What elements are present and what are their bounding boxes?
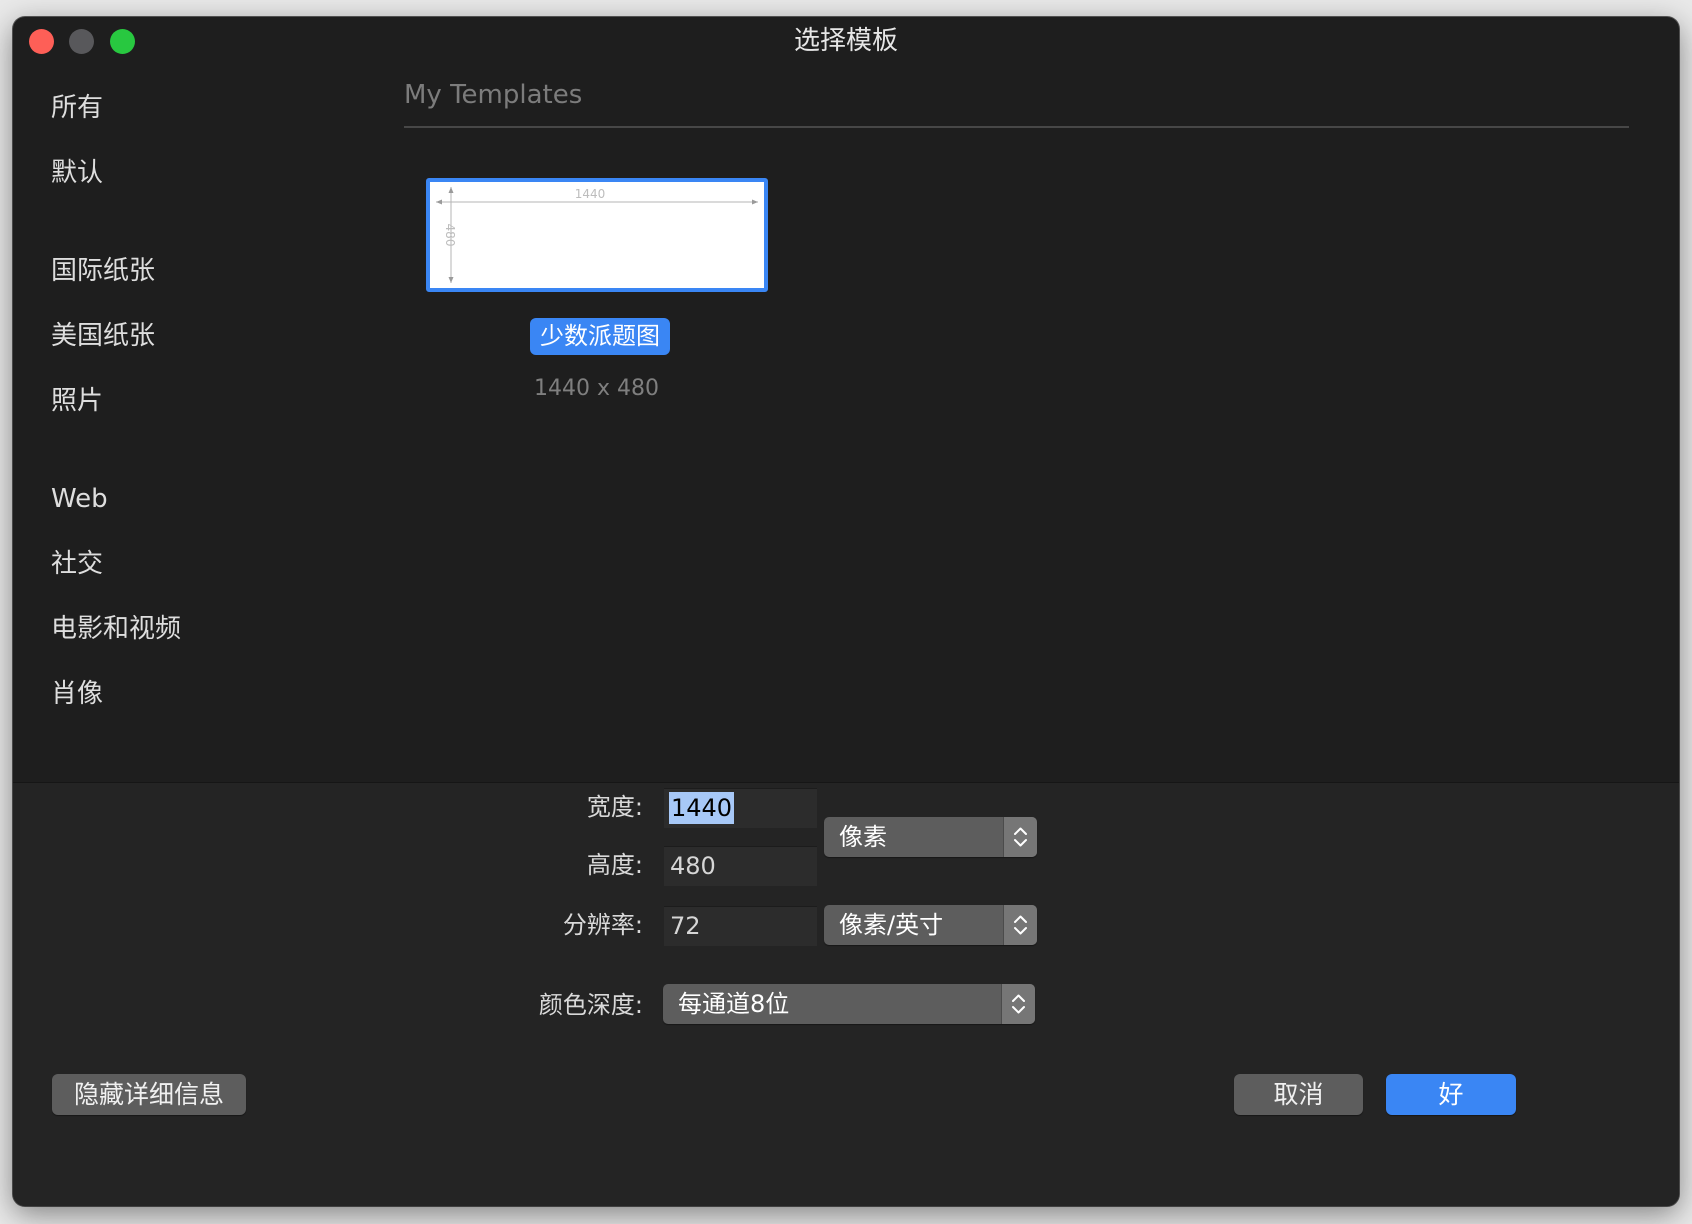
chevron-up-down-icon — [1012, 994, 1025, 1014]
width-label: 宽度: — [586, 793, 643, 821]
height-label: 高度: — [586, 851, 643, 879]
sidebar-item-default[interactable]: 默认 — [51, 155, 103, 191]
ok-button[interactable]: 好 — [1386, 1074, 1516, 1115]
chevron-up-down-icon — [1014, 827, 1027, 847]
sidebar-item-us-paper[interactable]: 美国纸张 — [51, 318, 155, 354]
cancel-button[interactable]: 取消 — [1234, 1074, 1363, 1115]
sidebar-item-social[interactable]: 社交 — [51, 546, 103, 582]
size-unit-stepper[interactable] — [1003, 817, 1037, 857]
resolution-unit-value: 像素/英寸 — [839, 911, 944, 939]
preview-width-label: 1440 — [575, 187, 606, 201]
sidebar-item-film-video[interactable]: 电影和视频 — [51, 611, 181, 647]
details-panel: 宽度: 1440 像素 高度: 分辨率: 像素/英寸 — [13, 783, 1679, 1206]
hide-details-button[interactable]: 隐藏详细信息 — [52, 1074, 246, 1115]
size-unit-value: 像素 — [839, 823, 887, 851]
resolution-unit-stepper[interactable] — [1003, 905, 1037, 945]
color-depth-select[interactable]: 每通道8位 — [663, 984, 1035, 1024]
dimension-guides: 1440 480 — [436, 187, 758, 283]
sidebar-item-web[interactable]: Web — [51, 481, 108, 517]
width-value[interactable]: 1440 — [669, 792, 735, 824]
template-size-label: 1440 x 480 — [534, 376, 659, 401]
sidebar-item-all[interactable]: 所有 — [51, 90, 103, 126]
template-chooser-window: 选择模板 所有 默认 国际纸张 美国纸张 照片 Web 社交 电影和视频 肖像 … — [13, 17, 1679, 1206]
width-field[interactable]: 1440 — [664, 788, 817, 828]
height-input[interactable] — [664, 846, 817, 886]
section-title: My Templates — [404, 80, 583, 110]
template-thumbnail[interactable]: 1440 480 — [426, 178, 768, 292]
sidebar-item-portrait[interactable]: 肖像 — [51, 676, 103, 712]
color-depth-stepper[interactable] — [1001, 984, 1035, 1024]
resolution-unit-select[interactable]: 像素/英寸 — [824, 905, 1037, 945]
height-field[interactable] — [664, 846, 817, 886]
size-unit-select[interactable]: 像素 — [824, 817, 1037, 857]
resolution-label: 分辨率: — [562, 911, 643, 939]
chevron-up-down-icon — [1014, 915, 1027, 935]
resolution-field[interactable] — [664, 906, 817, 946]
color-depth-label: 颜色深度: — [538, 991, 643, 1019]
window-title: 选择模板 — [793, 26, 898, 56]
color-depth-value: 每通道8位 — [678, 990, 790, 1018]
preview-height-label: 480 — [443, 224, 457, 247]
sidebar-item-photo[interactable]: 照片 — [51, 383, 103, 419]
section-divider — [404, 126, 1629, 128]
category-sidebar: 所有 默认 国际纸张 美国纸张 照片 Web 社交 电影和视频 肖像 — [13, 72, 353, 782]
template-name-label[interactable]: 少数派题图 — [530, 318, 670, 355]
sidebar-item-international-paper[interactable]: 国际纸张 — [51, 253, 155, 289]
resolution-input[interactable] — [664, 906, 817, 946]
